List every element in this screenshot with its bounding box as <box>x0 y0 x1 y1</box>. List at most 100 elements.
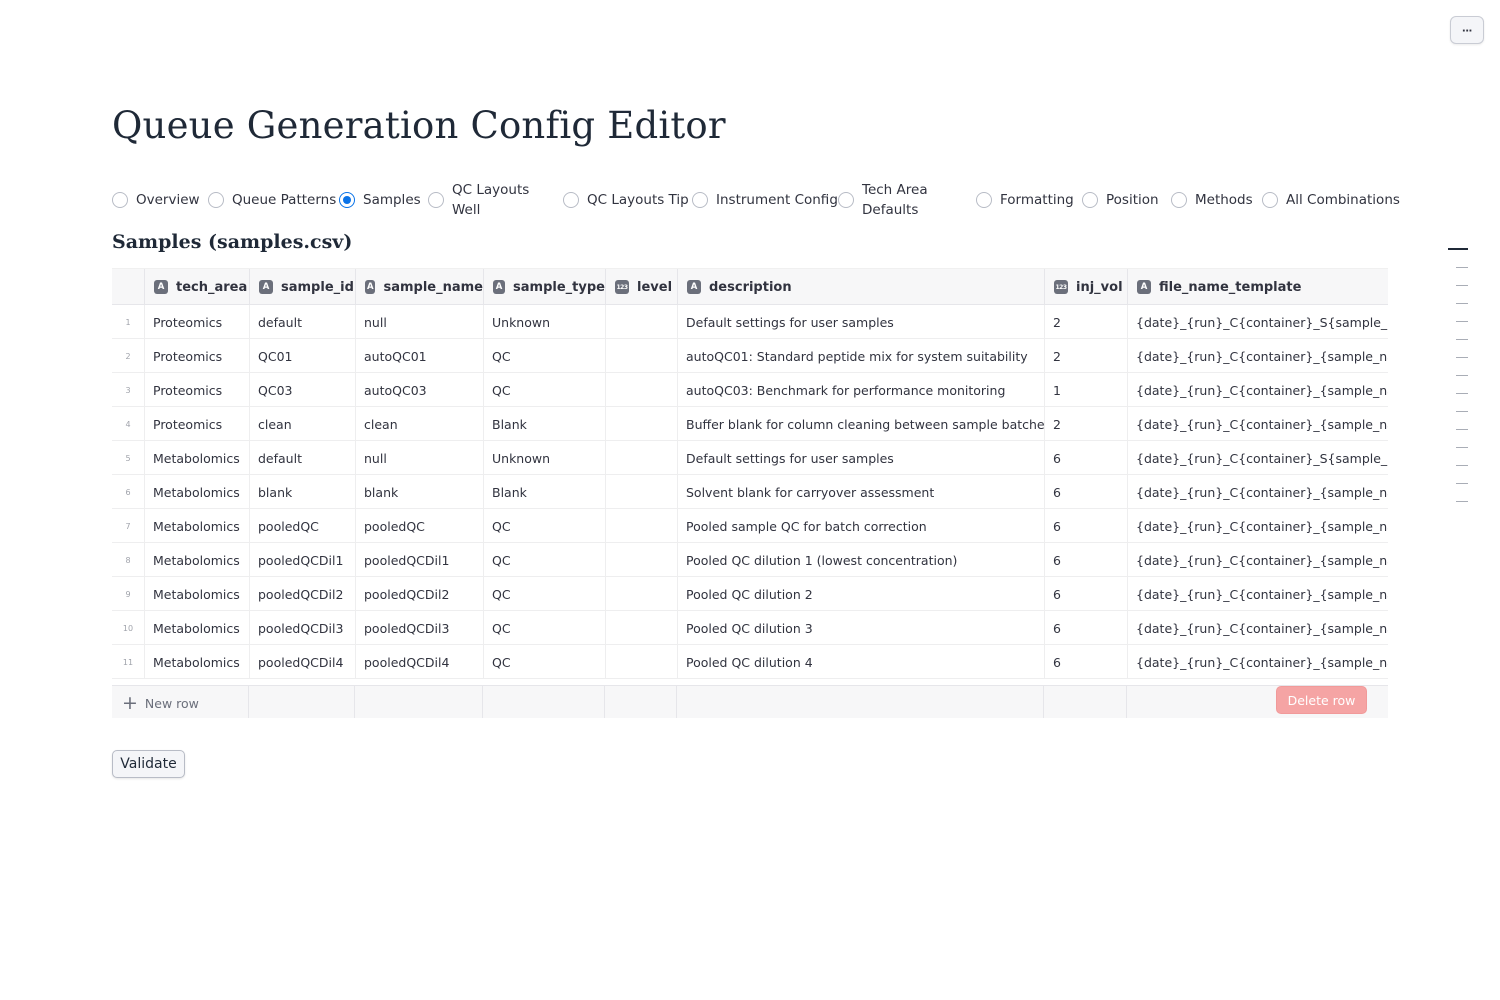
radio-circle-icon[interactable] <box>976 192 992 208</box>
scroll-nav-mark[interactable] <box>1456 483 1468 484</box>
cell-inj-vol[interactable]: 6 <box>1045 645 1128 679</box>
table-row[interactable]: 6 Metabolomics blank blank Blank Solvent blan… <box>112 475 1388 509</box>
radio-circle-icon[interactable] <box>339 192 355 208</box>
radio-circle-icon[interactable] <box>1082 192 1098 208</box>
scroll-nav-mark[interactable] <box>1456 501 1468 502</box>
cell-sample-name[interactable]: pooledQCDil2 <box>356 577 484 611</box>
scroll-nav-mark[interactable] <box>1456 267 1468 268</box>
radio-circle-icon[interactable] <box>112 192 128 208</box>
cell-sample-name[interactable]: autoQC01 <box>356 339 484 373</box>
column-header-level[interactable]: 123 level <box>606 269 678 305</box>
cell-sample-name[interactable]: pooledQCDil1 <box>356 543 484 577</box>
scroll-nav-mark[interactable] <box>1456 339 1468 340</box>
column-header-tech-area[interactable]: Atech_area <box>145 269 250 305</box>
scroll-nav-mark[interactable] <box>1456 465 1468 466</box>
radio-circle-icon[interactable] <box>1262 192 1278 208</box>
cell-level[interactable] <box>606 577 678 611</box>
scroll-nav-mark[interactable] <box>1448 248 1468 250</box>
table-row[interactable]: 9 Metabolomics pooledQCDil2 pooledQCDil2 QC P… <box>112 577 1388 611</box>
table-row[interactable]: 10 Metabolomics pooledQCDil3 pooledQCDil3 QC… <box>112 611 1388 645</box>
scroll-nav-mark[interactable] <box>1456 411 1468 412</box>
cell-file-name-template[interactable]: {date}_{run}_C{container}_{sample_name <box>1128 611 1388 645</box>
row-index[interactable]: 1 <box>112 305 145 339</box>
cell-sample-id[interactable]: pooledQC <box>250 509 356 543</box>
cell-inj-vol[interactable]: 6 <box>1045 611 1128 645</box>
table-row[interactable]: 5 Metabolomics default null Unknown Default s… <box>112 441 1388 475</box>
column-header-inj-vol[interactable]: 123 inj_vol <box>1045 269 1128 305</box>
radio-circle-icon[interactable] <box>1171 192 1187 208</box>
cell-tech-area[interactable]: Metabolomics <box>145 441 250 475</box>
section-scroll-nav[interactable] <box>1448 248 1468 519</box>
validate-button[interactable]: Validate <box>112 750 185 778</box>
delete-row-button[interactable]: Delete row <box>1276 686 1367 714</box>
cell-description[interactable]: Pooled QC dilution 1 (lowest concentrati… <box>678 543 1045 577</box>
cell-file-name-template[interactable]: {date}_{run}_C{container}_{sample_name <box>1128 509 1388 543</box>
cell-description[interactable]: autoQC01: Standard peptide mix for syste… <box>678 339 1045 373</box>
tab-all-combinations[interactable]: All Combinations <box>1262 180 1400 220</box>
tab-queue-patterns[interactable]: Queue Patterns <box>208 180 336 220</box>
row-index[interactable]: 6 <box>112 475 145 509</box>
cell-description[interactable]: Pooled QC dilution 4 <box>678 645 1045 679</box>
cell-sample-type[interactable]: Unknown <box>484 305 606 339</box>
radio-circle-icon[interactable] <box>428 192 444 208</box>
radio-circle-icon[interactable] <box>692 192 708 208</box>
column-header-file-name-template[interactable]: Afile_name_template <box>1128 269 1388 305</box>
cell-sample-id[interactable]: QC03 <box>250 373 356 407</box>
cell-description[interactable]: Pooled QC dilution 2 <box>678 577 1045 611</box>
cell-tech-area[interactable]: Metabolomics <box>145 611 250 645</box>
cell-sample-type[interactable]: QC <box>484 509 606 543</box>
row-index[interactable]: 2 <box>112 339 145 373</box>
cell-level[interactable] <box>606 339 678 373</box>
tab-qc-layouts-tip[interactable]: QC Layouts Tip <box>563 180 689 220</box>
column-header-sample-id[interactable]: Asample_id <box>250 269 356 305</box>
cell-level[interactable] <box>606 645 678 679</box>
cell-file-name-template[interactable]: {date}_{run}_C{container}_{sample_name <box>1128 577 1388 611</box>
cell-tech-area[interactable]: Metabolomics <box>145 475 250 509</box>
table-row[interactable]: 2 Proteomics QC01 autoQC01 QC autoQC01: Stand… <box>112 339 1388 373</box>
cell-sample-id[interactable]: pooledQCDil2 <box>250 577 356 611</box>
cell-file-name-template[interactable]: {date}_{run}_C{container}_{sample_name <box>1128 407 1388 441</box>
table-row[interactable]: 3 Proteomics QC03 autoQC03 QC autoQC03: Bench… <box>112 373 1388 407</box>
tab-qc-layouts-well[interactable]: QC Layouts Well <box>428 180 529 220</box>
cell-sample-id[interactable]: clean <box>250 407 356 441</box>
scroll-nav-mark[interactable] <box>1456 357 1468 358</box>
cell-file-name-template[interactable]: {date}_{run}_C{container}_S{sample_id}_{ <box>1128 305 1388 339</box>
cell-file-name-template[interactable]: {date}_{run}_C{container}_{sample_name <box>1128 339 1388 373</box>
tab-methods[interactable]: Methods <box>1171 180 1253 220</box>
cell-sample-type[interactable]: Blank <box>484 407 606 441</box>
cell-tech-area[interactable]: Metabolomics <box>145 543 250 577</box>
cell-level[interactable] <box>606 441 678 475</box>
cell-sample-type[interactable]: QC <box>484 645 606 679</box>
cell-sample-id[interactable]: default <box>250 441 356 475</box>
cell-sample-type[interactable]: QC <box>484 611 606 645</box>
row-index[interactable]: 8 <box>112 543 145 577</box>
cell-file-name-template[interactable]: {date}_{run}_C{container}_S{sample_id}_{ <box>1128 441 1388 475</box>
cell-sample-id[interactable]: pooledQCDil1 <box>250 543 356 577</box>
cell-sample-type[interactable]: Blank <box>484 475 606 509</box>
more-options-button[interactable]: ··· <box>1450 16 1484 44</box>
radio-circle-icon[interactable] <box>563 192 579 208</box>
cell-inj-vol[interactable]: 2 <box>1045 305 1128 339</box>
cell-sample-id[interactable]: pooledQCDil4 <box>250 645 356 679</box>
cell-file-name-template[interactable]: {date}_{run}_C{container}_{sample_name <box>1128 543 1388 577</box>
cell-level[interactable] <box>606 407 678 441</box>
cell-description[interactable]: Solvent blank for carryover assessment <box>678 475 1045 509</box>
row-index[interactable]: 7 <box>112 509 145 543</box>
cell-tech-area[interactable]: Proteomics <box>145 339 250 373</box>
cell-tech-area[interactable]: Metabolomics <box>145 509 250 543</box>
tab-tech-area-defaults[interactable]: Tech Area Defaults <box>838 180 928 220</box>
scroll-nav-mark[interactable] <box>1456 393 1468 394</box>
cell-description[interactable]: Pooled sample QC for batch correction <box>678 509 1045 543</box>
cell-inj-vol[interactable]: 6 <box>1045 475 1128 509</box>
cell-file-name-template[interactable]: {date}_{run}_C{container}_{sample_name <box>1128 475 1388 509</box>
table-row[interactable]: 7 Metabolomics pooledQC pooledQC QC Pooled sa… <box>112 509 1388 543</box>
cell-inj-vol[interactable]: 6 <box>1045 441 1128 475</box>
cell-level[interactable] <box>606 305 678 339</box>
cell-inj-vol[interactable]: 6 <box>1045 509 1128 543</box>
cell-sample-name[interactable]: autoQC03 <box>356 373 484 407</box>
cell-inj-vol[interactable]: 6 <box>1045 577 1128 611</box>
table-row[interactable]: 4 Proteomics clean clean Blank Buffer blank f… <box>112 407 1388 441</box>
radio-circle-icon[interactable] <box>208 192 224 208</box>
cell-inj-vol[interactable]: 2 <box>1045 339 1128 373</box>
row-index[interactable]: 11 <box>112 645 145 679</box>
